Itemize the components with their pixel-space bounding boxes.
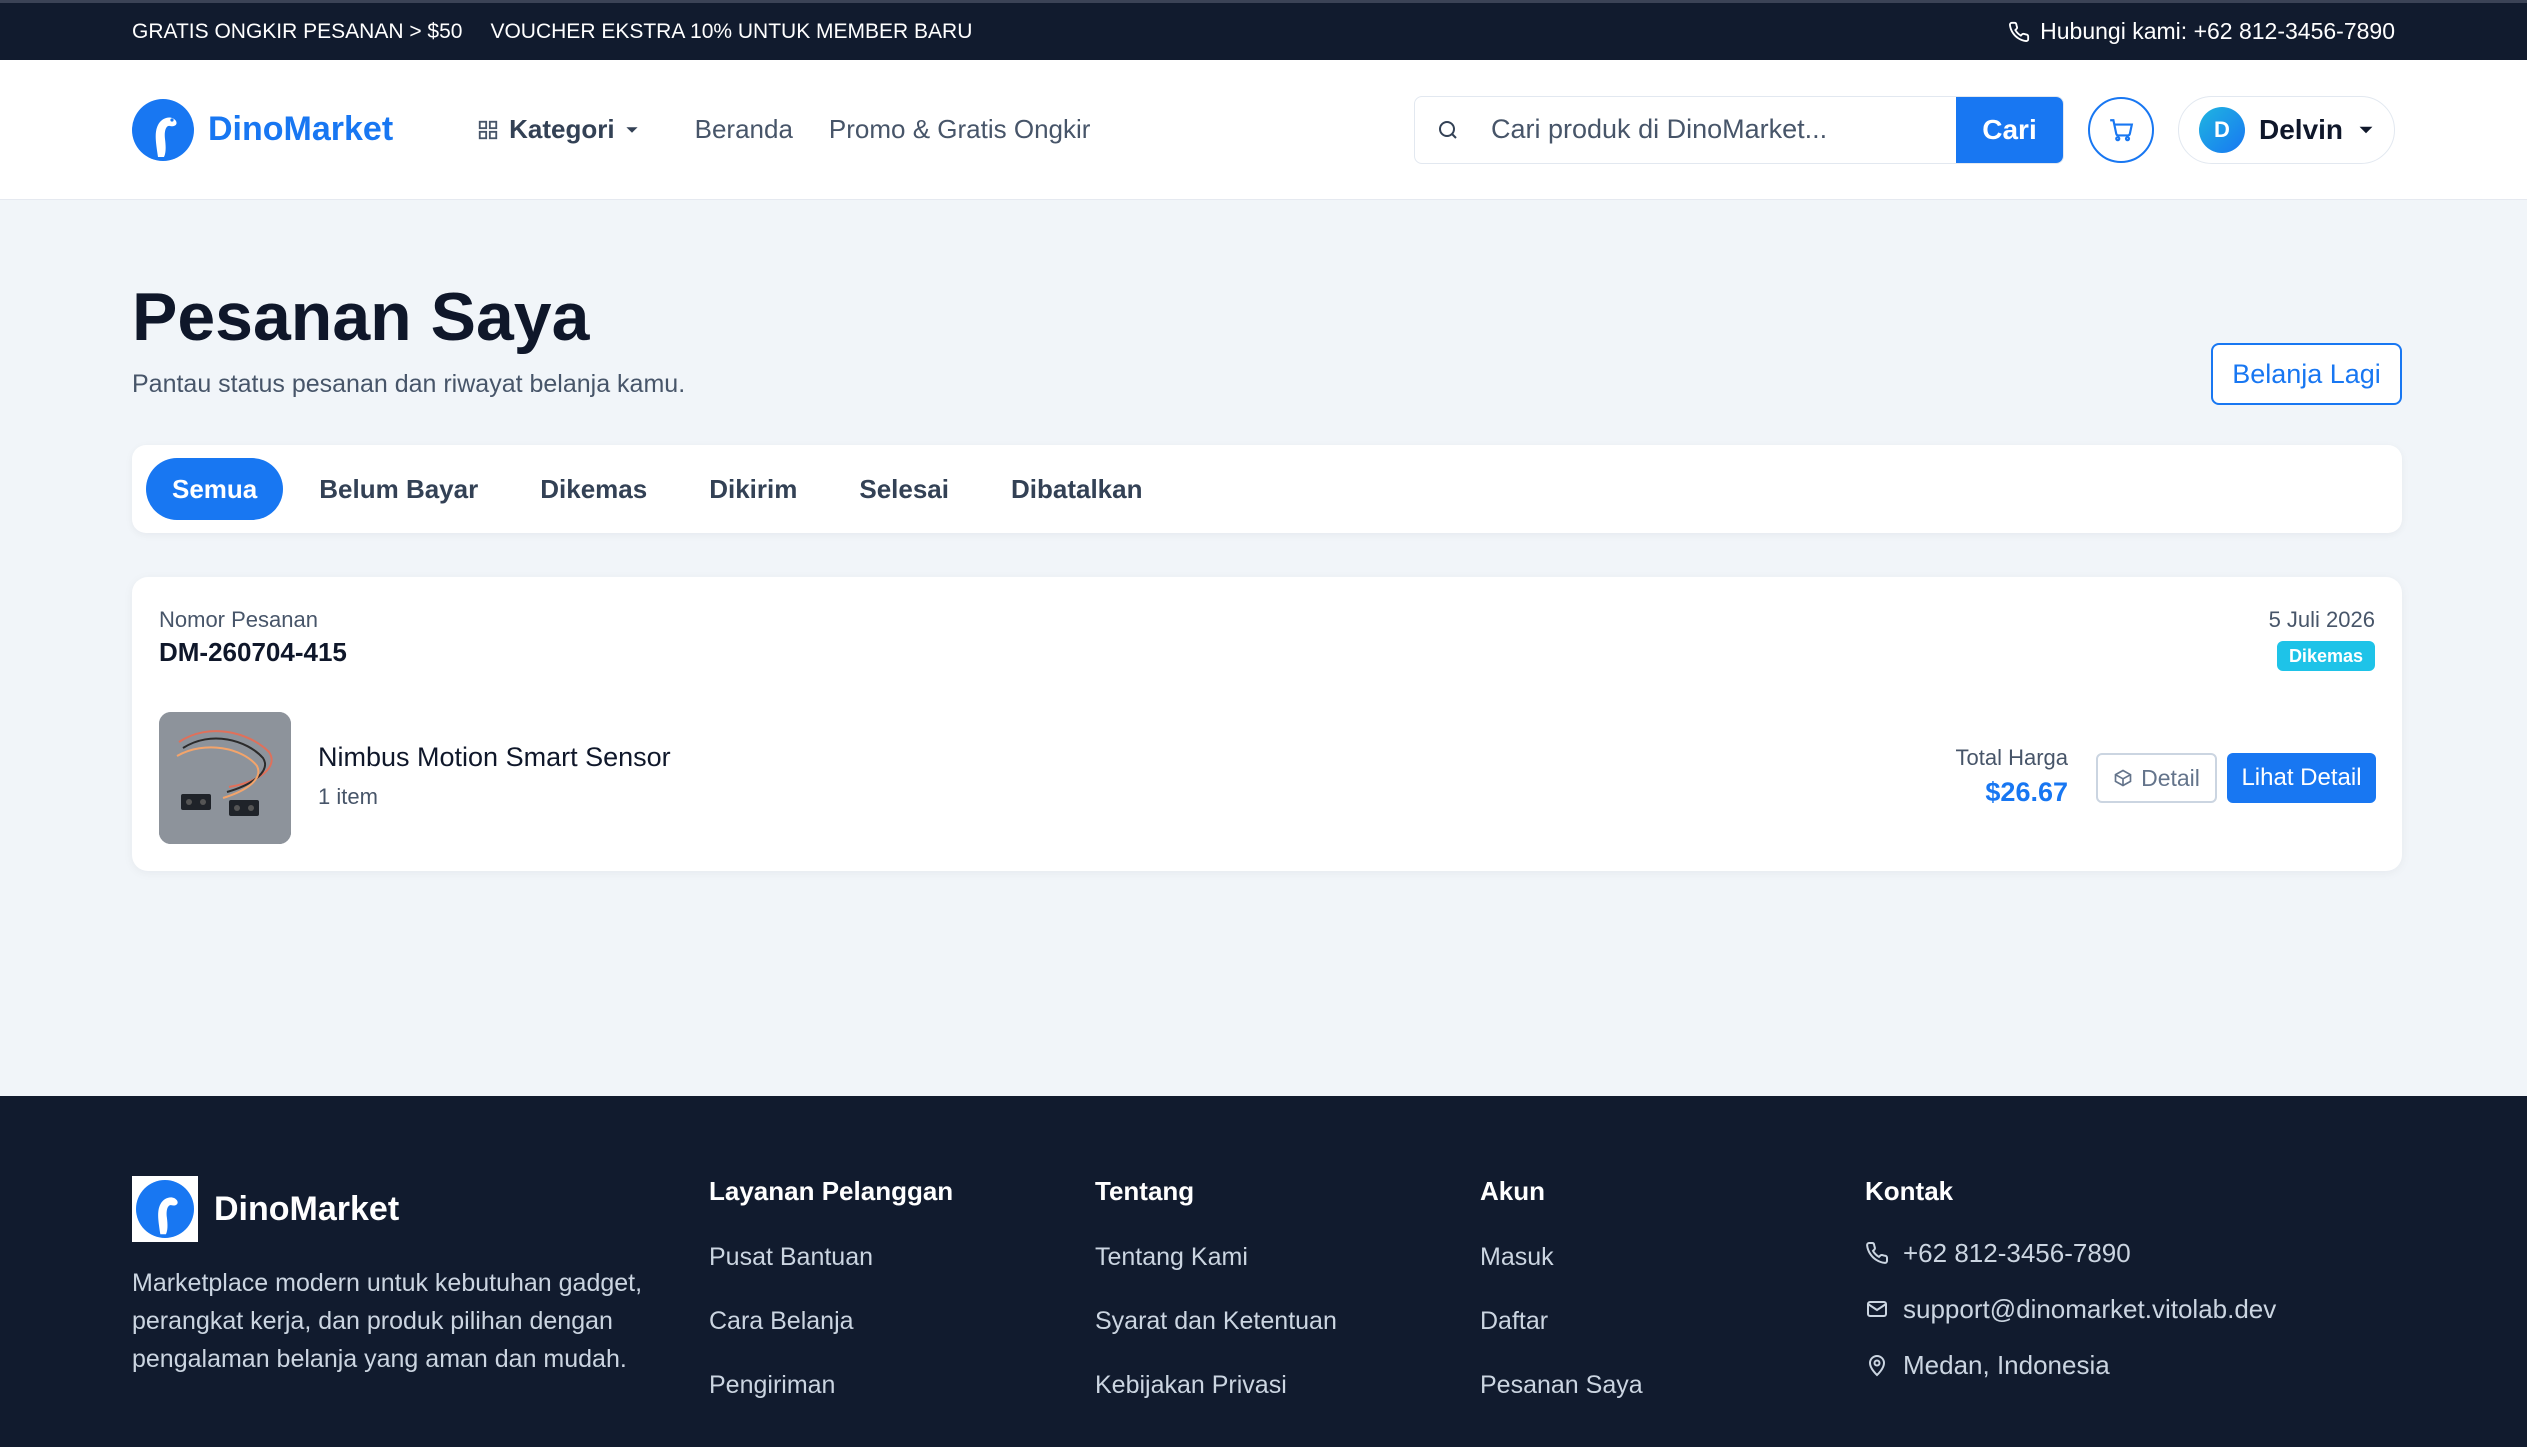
tab-dikirim[interactable]: Dikirim: [683, 458, 823, 520]
user-menu[interactable]: D Delvin: [2178, 95, 2395, 164]
footer-col-akun: Akun Masuk Daftar Pesanan Saya: [1480, 1176, 1643, 1435]
total-price-label: Total Harga: [1955, 745, 2068, 770]
footer-link-pesanan[interactable]: Pesanan Saya: [1480, 1371, 1643, 1435]
footer-link-tentang-kami[interactable]: Tentang Kami: [1095, 1243, 1337, 1307]
footer-phone-text: +62 812-3456-7890: [1903, 1237, 2131, 1268]
map-pin-icon: [1868, 1355, 1886, 1377]
tab-belum-bayar[interactable]: Belum Bayar: [293, 458, 504, 520]
brand-name: DinoMarket: [208, 110, 394, 148]
package-icon: [2114, 769, 2132, 787]
order-number-label: Nomor Pesanan: [159, 607, 318, 632]
cart-icon: [2110, 118, 2134, 141]
footer-link-cara-belanja[interactable]: Cara Belanja: [709, 1307, 953, 1371]
promo-free-shipping: GRATIS ONGKIR PESANAN > $50: [132, 19, 463, 43]
footer-col-title: Tentang: [1095, 1176, 1195, 1206]
detail-button-label: Detail: [2141, 764, 2200, 791]
footer-col-kontak: Kontak +62 812-3456-7890 support@dinomar…: [1865, 1176, 2276, 1393]
order-date: 5 Juli 2026: [2268, 607, 2375, 632]
sensor-image-icon: [159, 712, 291, 844]
kategori-label: Kategori: [509, 114, 615, 144]
status-badge: Dikemas: [2276, 641, 2375, 671]
caret-down-icon: [626, 126, 638, 133]
promo-voucher: VOUCHER EKSTRA 10% UNTUK MEMBER BARU: [490, 19, 973, 43]
search-button[interactable]: Cari: [1956, 96, 2063, 163]
footer-col-tentang: Tentang Tentang Kami Syarat dan Ketentua…: [1095, 1176, 1337, 1435]
footer-brand-name: DinoMarket: [214, 1189, 400, 1228]
shop-again-button[interactable]: Belanja Lagi: [2211, 343, 2402, 405]
mail-icon: [1867, 1301, 1887, 1317]
footer-col-title: Kontak: [1865, 1176, 1954, 1206]
main-header: DinoMarket Kategori Beranda Promo & Grat…: [0, 60, 2527, 200]
footer-description: Marketplace modern untuk kebutuhan gadge…: [132, 1269, 643, 1373]
footer-contact-location: Medan, Indonesia: [1865, 1337, 2276, 1393]
top-promo-bar: GRATIS ONGKIR PESANAN > $50 VOUCHER EKST…: [0, 0, 2527, 60]
total-price: $26.67: [1985, 777, 2068, 807]
footer-contact-phone[interactable]: +62 812-3456-7890: [1865, 1225, 2276, 1281]
footer-email-text: support@dinomarket.vitolab.dev: [1903, 1293, 2277, 1324]
product-thumbnail[interactable]: [159, 712, 291, 844]
avatar: D: [2199, 106, 2245, 153]
footer-link-pengiriman[interactable]: Pengiriman: [709, 1371, 953, 1435]
footer-location-text: Medan, Indonesia: [1903, 1349, 2110, 1380]
tab-selesai[interactable]: Selesai: [833, 458, 975, 520]
footer-brand[interactable]: DinoMarket: [132, 1176, 399, 1242]
order-status-tabs: Semua Belum Bayar Dikemas Dikirim Selesa…: [132, 445, 2402, 533]
order-number: DM-260704-415: [159, 637, 347, 667]
tab-dibatalkan[interactable]: Dibatalkan: [985, 458, 1169, 520]
brand-logo[interactable]: DinoMarket: [132, 98, 394, 161]
footer-link-privasi[interactable]: Kebijakan Privasi: [1095, 1371, 1337, 1435]
tab-semua[interactable]: Semua: [146, 458, 284, 520]
footer-link-syarat[interactable]: Syarat dan Ketentuan: [1095, 1307, 1337, 1371]
search-bar: Cari: [1414, 95, 2064, 164]
search-icon: [1415, 118, 1481, 142]
footer-link-masuk[interactable]: Masuk: [1480, 1243, 1643, 1307]
main-nav: Kategori Beranda Promo & Gratis Ongkir: [477, 114, 1126, 145]
footer-contact-email[interactable]: support@dinomarket.vitolab.dev: [1865, 1281, 2276, 1337]
cart-button[interactable]: [2088, 96, 2154, 163]
product-quantity: 1 item: [318, 784, 378, 809]
footer: DinoMarket Marketplace modern untuk kebu…: [0, 1096, 2527, 1447]
product-name[interactable]: Nimbus Motion Smart Sensor: [318, 742, 671, 773]
top-contact[interactable]: Hubungi kami: +62 812-3456-7890: [2008, 18, 2395, 45]
footer-col-title: Layanan Pelanggan: [709, 1176, 954, 1206]
footer-link-pusat-bantuan[interactable]: Pusat Bantuan: [709, 1243, 953, 1307]
user-name: Delvin: [2259, 113, 2344, 145]
footer-col-title: Akun: [1480, 1176, 1545, 1206]
caret-down-icon: [2359, 126, 2373, 133]
nav-beranda[interactable]: Beranda: [695, 114, 793, 145]
phone-icon: [2009, 21, 2030, 42]
top-contact-text: Hubungi kami: +62 812-3456-7890: [2040, 18, 2395, 44]
nav-promo[interactable]: Promo & Gratis Ongkir: [829, 114, 1091, 145]
view-detail-button[interactable]: Lihat Detail: [2227, 753, 2376, 803]
dino-logo-icon: [132, 98, 194, 161]
footer-link-daftar[interactable]: Daftar: [1480, 1307, 1643, 1371]
footer-logo-icon: [132, 1176, 198, 1242]
grid-icon: [478, 120, 498, 139]
search-input[interactable]: [1481, 96, 1956, 163]
kategori-dropdown[interactable]: Kategori: [477, 114, 638, 145]
page-title: Pesanan Saya: [132, 279, 590, 355]
phone-icon: [1866, 1241, 1889, 1264]
detail-button[interactable]: Detail: [2096, 753, 2217, 803]
footer-col-layanan: Layanan Pelanggan Pusat Bantuan Cara Bel…: [709, 1176, 953, 1435]
order-card: Nomor Pesanan DM-260704-415 5 Juli 2026 …: [132, 577, 2402, 871]
page-subtitle: Pantau status pesanan dan riwayat belanj…: [132, 370, 686, 398]
tab-dikemas[interactable]: Dikemas: [514, 458, 673, 520]
